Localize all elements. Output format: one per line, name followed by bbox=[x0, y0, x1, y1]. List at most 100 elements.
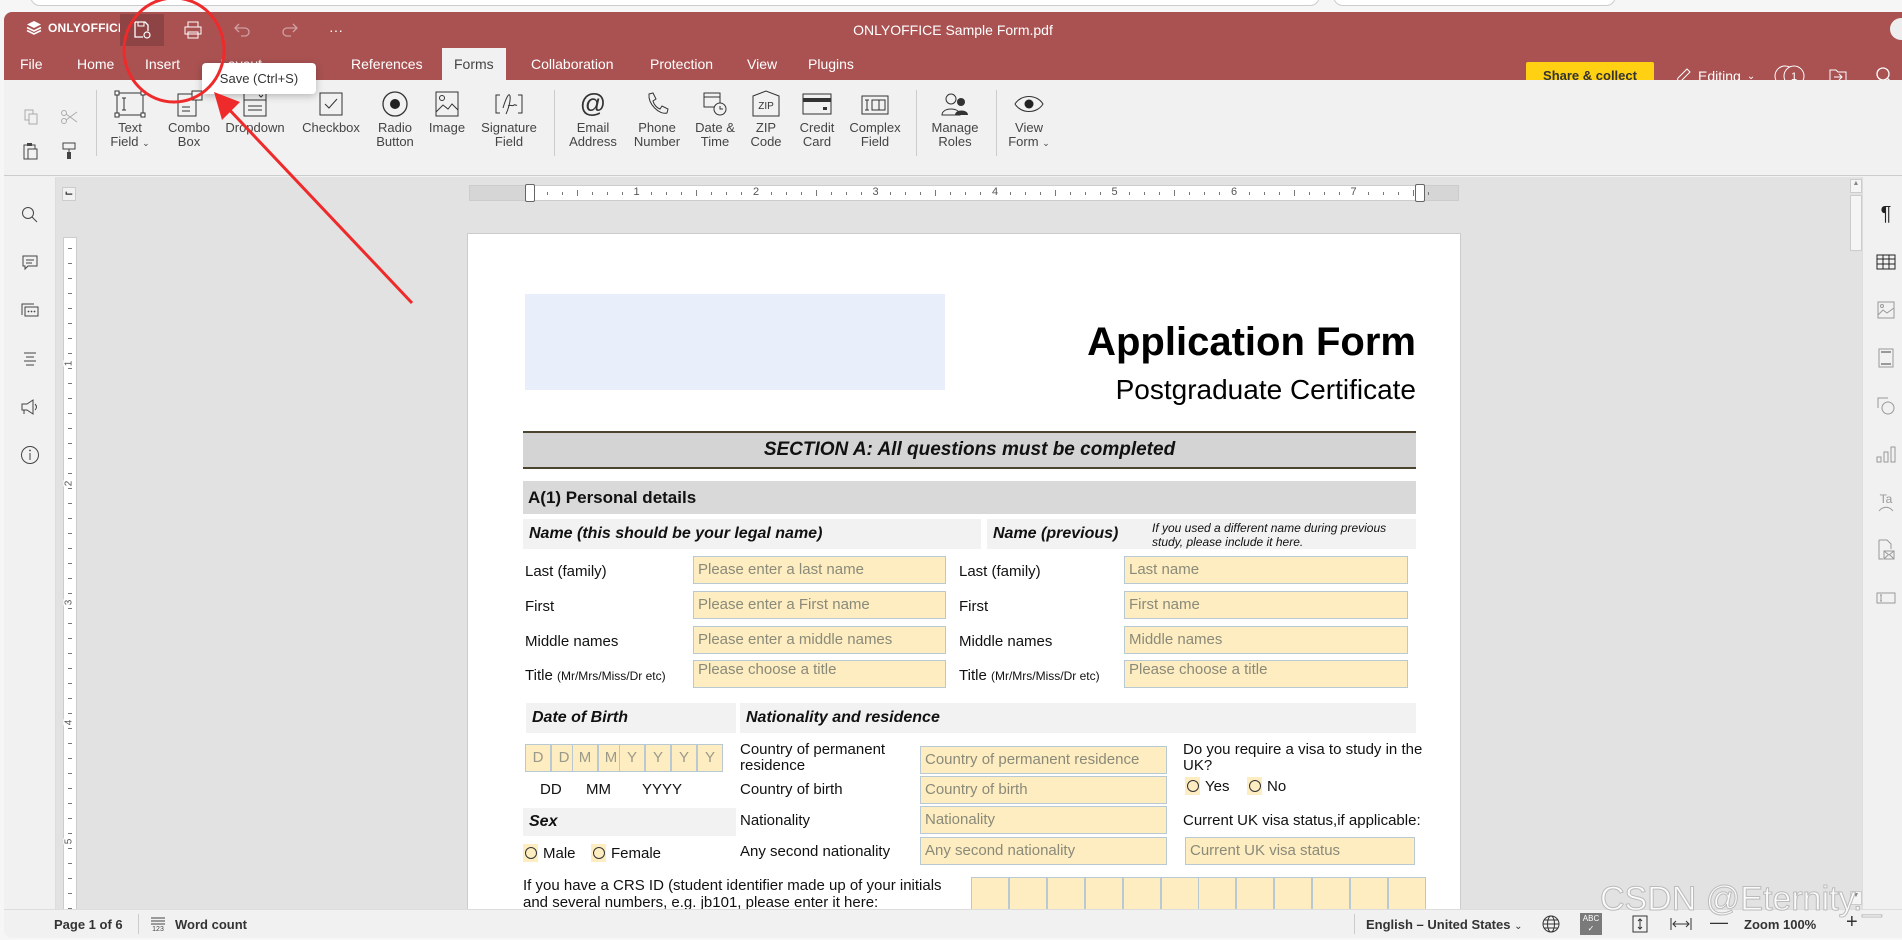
email-address-button[interactable]: @ Email Address bbox=[566, 90, 620, 149]
prev-title-dropdown[interactable]: Please choose a title bbox=[1124, 660, 1408, 688]
copy-button[interactable] bbox=[20, 106, 42, 128]
dob-digit-cell[interactable]: Y bbox=[697, 744, 723, 772]
paragraph-settings-button[interactable]: ¶ bbox=[1875, 203, 1897, 225]
crs-id-cell[interactable] bbox=[1160, 877, 1199, 909]
tab-references[interactable]: References bbox=[339, 48, 435, 80]
visa-no-radio[interactable]: No bbox=[1247, 777, 1286, 795]
complex-field-button[interactable]: Complex Field bbox=[846, 90, 904, 149]
sidebar-navigation-button[interactable] bbox=[18, 347, 42, 371]
sidebar-feedback-button[interactable] bbox=[18, 395, 42, 419]
browser-address-bar[interactable] bbox=[30, 0, 1320, 6]
manage-roles-button[interactable]: Manage Roles bbox=[926, 90, 984, 149]
ruler-tick bbox=[1144, 192, 1146, 195]
phone-number-button[interactable]: Phone Number bbox=[630, 90, 684, 149]
crs-id-cell[interactable] bbox=[1350, 877, 1388, 909]
dropdown-button[interactable]: Dropdown bbox=[222, 90, 288, 135]
ruler-tick bbox=[726, 192, 728, 195]
tab-view[interactable]: View bbox=[735, 48, 789, 80]
prev-middle-names-field[interactable]: Middle names bbox=[1124, 626, 1408, 654]
ruler-tick bbox=[68, 833, 72, 834]
cut-button[interactable] bbox=[58, 106, 80, 128]
dob-digit-cell[interactable]: Y bbox=[645, 744, 671, 772]
tab-insert[interactable]: Insert bbox=[133, 48, 192, 80]
browser-search-bar[interactable] bbox=[1333, 0, 1616, 6]
tab-collaboration[interactable]: Collaboration bbox=[519, 48, 626, 80]
tab-forms[interactable]: Forms bbox=[442, 48, 506, 80]
word-count-button[interactable]: Word count bbox=[175, 917, 247, 932]
vertical-ruler[interactable]: 1 2 3 4 5 bbox=[63, 237, 77, 909]
indent-marker-right[interactable] bbox=[1415, 184, 1425, 202]
crs-id-cell[interactable] bbox=[1387, 877, 1426, 909]
scroll-up-arrow[interactable]: ▲ bbox=[1850, 179, 1862, 193]
visa-yes-radio[interactable]: Yes bbox=[1185, 777, 1229, 795]
nationality-field[interactable]: Nationality bbox=[920, 806, 1167, 834]
doc-language-button[interactable] bbox=[1542, 915, 1560, 936]
header-footer-settings-button[interactable] bbox=[1875, 347, 1897, 369]
zoom-level[interactable]: Zoom 100% bbox=[1744, 917, 1816, 932]
text-art-settings-button[interactable]: Ta bbox=[1875, 491, 1897, 513]
crs-id-cell[interactable] bbox=[1236, 877, 1275, 909]
signature-field-button[interactable]: Signature Field bbox=[476, 90, 542, 149]
crs-id-cell[interactable] bbox=[1312, 877, 1351, 909]
sidebar-chat-button[interactable] bbox=[18, 299, 42, 323]
form-settings-button[interactable] bbox=[1875, 587, 1897, 609]
date-time-button[interactable]: Date & Time bbox=[692, 90, 738, 149]
visa-status-field[interactable]: Current UK visa status bbox=[1185, 837, 1415, 865]
sidebar-comments-button[interactable] bbox=[18, 251, 42, 275]
dob-digit-cell[interactable]: D bbox=[525, 744, 551, 772]
horizontal-ruler[interactable]: 1 2 3 4 5 6 7 bbox=[469, 184, 1459, 202]
legal-first-name-field[interactable]: Please enter a First name bbox=[693, 591, 946, 619]
second-nationality-field[interactable]: Any second nationality bbox=[920, 837, 1167, 865]
credit-card-button[interactable]: Credit Card bbox=[794, 90, 840, 149]
sidebar-search-button[interactable] bbox=[18, 203, 42, 227]
text-field-button[interactable]: Text Field ⌄ bbox=[108, 90, 152, 150]
crs-id-cell[interactable] bbox=[1084, 877, 1123, 909]
view-form-button[interactable]: View Form ⌄ bbox=[1006, 90, 1052, 150]
country-birth-field[interactable]: Country of birth bbox=[920, 776, 1167, 804]
crs-id-cell[interactable] bbox=[1008, 877, 1047, 909]
scroll-thumb[interactable] bbox=[1850, 195, 1862, 251]
dob-digit-cell[interactable]: M bbox=[572, 744, 598, 772]
tab-stop-selector[interactable]: ⌙ bbox=[62, 187, 76, 201]
chart-settings-button[interactable] bbox=[1875, 443, 1897, 465]
legal-middle-names-field[interactable]: Please enter a middle names bbox=[693, 626, 946, 654]
radio-button-button[interactable]: Radio Button bbox=[372, 90, 418, 149]
table-settings-button[interactable] bbox=[1875, 251, 1897, 273]
sex-male-radio[interactable]: Male bbox=[523, 844, 576, 862]
zip-code-button[interactable]: ZIP ZIP Code bbox=[746, 90, 786, 149]
checkbox-button[interactable]: Checkbox bbox=[298, 90, 364, 135]
dob-digit-cell[interactable]: Y bbox=[619, 744, 645, 772]
signature-field-label-2: Field bbox=[494, 134, 524, 149]
tab-protection[interactable]: Protection bbox=[638, 48, 725, 80]
copy-style-button[interactable] bbox=[58, 140, 80, 162]
vertical-scrollbar[interactable]: ▲ ▼ bbox=[1850, 177, 1862, 909]
paste-button[interactable] bbox=[20, 140, 42, 162]
crs-id-cell[interactable] bbox=[1198, 877, 1237, 909]
dob-digit-cell[interactable]: Y bbox=[671, 744, 697, 772]
crs-id-cell[interactable] bbox=[1122, 877, 1161, 909]
image-button[interactable]: Image bbox=[425, 90, 469, 135]
language-selector[interactable]: English – United States ⌄ bbox=[1366, 917, 1523, 932]
combo-box-button[interactable]: Combo Box bbox=[164, 90, 214, 149]
crs-id-cell[interactable] bbox=[1274, 877, 1313, 909]
prev-last-name-field[interactable]: Last name bbox=[1124, 556, 1408, 584]
crs-id-cell[interactable] bbox=[1046, 877, 1085, 909]
sex-female-radio[interactable]: Female bbox=[591, 844, 661, 862]
indent-marker-left[interactable] bbox=[525, 184, 535, 202]
tab-home[interactable]: Home bbox=[65, 48, 126, 80]
mail-merge-settings-button[interactable] bbox=[1875, 539, 1897, 561]
sidebar-about-button[interactable] bbox=[18, 443, 42, 467]
tab-plugins[interactable]: Plugins bbox=[796, 48, 866, 80]
legal-last-name-field[interactable]: Please enter a last name bbox=[693, 556, 946, 584]
date-time-label-2: Time bbox=[700, 134, 730, 149]
shape-settings-button[interactable] bbox=[1875, 395, 1897, 417]
tab-file[interactable]: File bbox=[8, 48, 55, 80]
page-indicator[interactable]: Page 1 of 6 bbox=[54, 917, 123, 932]
legal-title-dropdown[interactable]: Please choose a title bbox=[693, 660, 946, 688]
logo-image-placeholder[interactable] bbox=[525, 294, 945, 390]
crs-id-cell[interactable] bbox=[971, 877, 1009, 909]
spell-check-button[interactable]: ABC ✓ bbox=[1580, 913, 1602, 935]
image-settings-button[interactable] bbox=[1875, 299, 1897, 321]
prev-first-name-field[interactable]: First name bbox=[1124, 591, 1408, 619]
country-residence-field[interactable]: Country of permanent residence bbox=[920, 746, 1167, 774]
